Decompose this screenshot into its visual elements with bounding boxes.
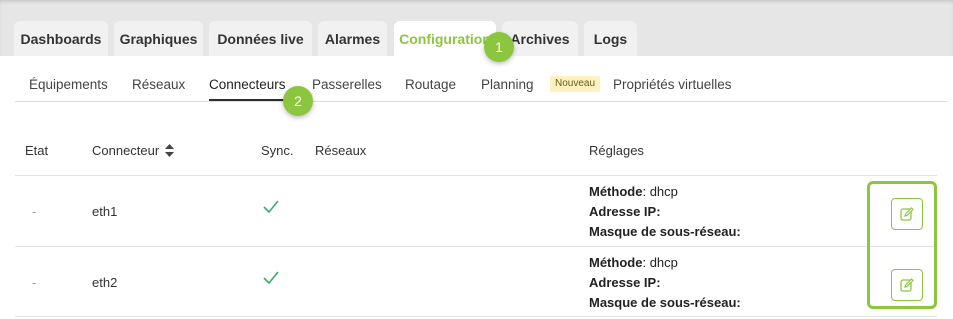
cell-etat: - bbox=[32, 204, 37, 219]
subnav-routage[interactable]: Routage bbox=[405, 77, 456, 92]
tab-donnees-live[interactable]: Données live bbox=[209, 21, 312, 56]
mask-label: Masque de sous-réseau bbox=[589, 295, 737, 310]
subnav-connecteurs[interactable]: Connecteurs bbox=[209, 77, 286, 92]
cell-connecteur: eth1 bbox=[92, 204, 118, 219]
tab-dashboards[interactable]: Dashboards bbox=[14, 21, 108, 56]
step-marker-2: 2 bbox=[283, 86, 313, 116]
check-icon bbox=[263, 271, 279, 287]
planning-new-badge: Nouveau bbox=[550, 76, 601, 92]
sort-icon[interactable] bbox=[165, 144, 175, 160]
cell-connecteur: eth2 bbox=[92, 275, 118, 290]
ip-label: Adresse IP bbox=[589, 275, 657, 290]
mask-label: Masque de sous-réseau bbox=[589, 224, 737, 239]
check-icon bbox=[263, 200, 279, 216]
tab-logs[interactable]: Logs bbox=[584, 21, 637, 56]
tab-alarmes[interactable]: Alarmes bbox=[318, 21, 387, 56]
header-sync: Sync. bbox=[261, 143, 294, 158]
subnav-reseaux[interactable]: Réseaux bbox=[132, 77, 185, 92]
tab-configuration[interactable]: Configuration bbox=[394, 21, 496, 56]
header-reglages: Réglages bbox=[589, 143, 644, 158]
cell-reglages: Méthode: dhcp Adresse IP: Masque de sous… bbox=[589, 184, 741, 239]
cell-etat: - bbox=[32, 275, 37, 290]
top-tab-bar: Dashboards Graphiques Données live Alarm… bbox=[0, 0, 953, 56]
subnav-equipements[interactable]: Équipements bbox=[29, 77, 108, 92]
ip-label: Adresse IP bbox=[589, 204, 657, 219]
table-divider bbox=[15, 175, 937, 176]
subnav-proprietes-virtuelles[interactable]: Propriétés virtuelles bbox=[613, 77, 732, 92]
subnav-planning[interactable]: Planning bbox=[481, 77, 534, 92]
header-reseaux: Réseaux bbox=[315, 143, 367, 158]
edit-buttons-highlight bbox=[867, 181, 937, 309]
header-connecteur[interactable]: Connecteur bbox=[92, 143, 175, 160]
methode-label: Méthode bbox=[589, 184, 643, 199]
table-divider bbox=[15, 246, 937, 247]
tab-graphiques[interactable]: Graphiques bbox=[114, 21, 203, 56]
methode-label: Méthode bbox=[589, 255, 643, 270]
methode-value: dhcp bbox=[649, 255, 678, 270]
sub-navigation: Équipements Réseaux Connecteurs Passerel… bbox=[15, 56, 947, 102]
step-marker-1: 1 bbox=[484, 32, 514, 62]
header-connecteur-label: Connecteur bbox=[92, 143, 160, 158]
table-divider bbox=[15, 316, 937, 317]
methode-value: dhcp bbox=[649, 184, 678, 199]
header-etat: Etat bbox=[25, 143, 49, 158]
subnav-passerelles[interactable]: Passerelles bbox=[312, 77, 382, 92]
cell-reglages: Méthode: dhcp Adresse IP: Masque de sous… bbox=[589, 255, 741, 310]
